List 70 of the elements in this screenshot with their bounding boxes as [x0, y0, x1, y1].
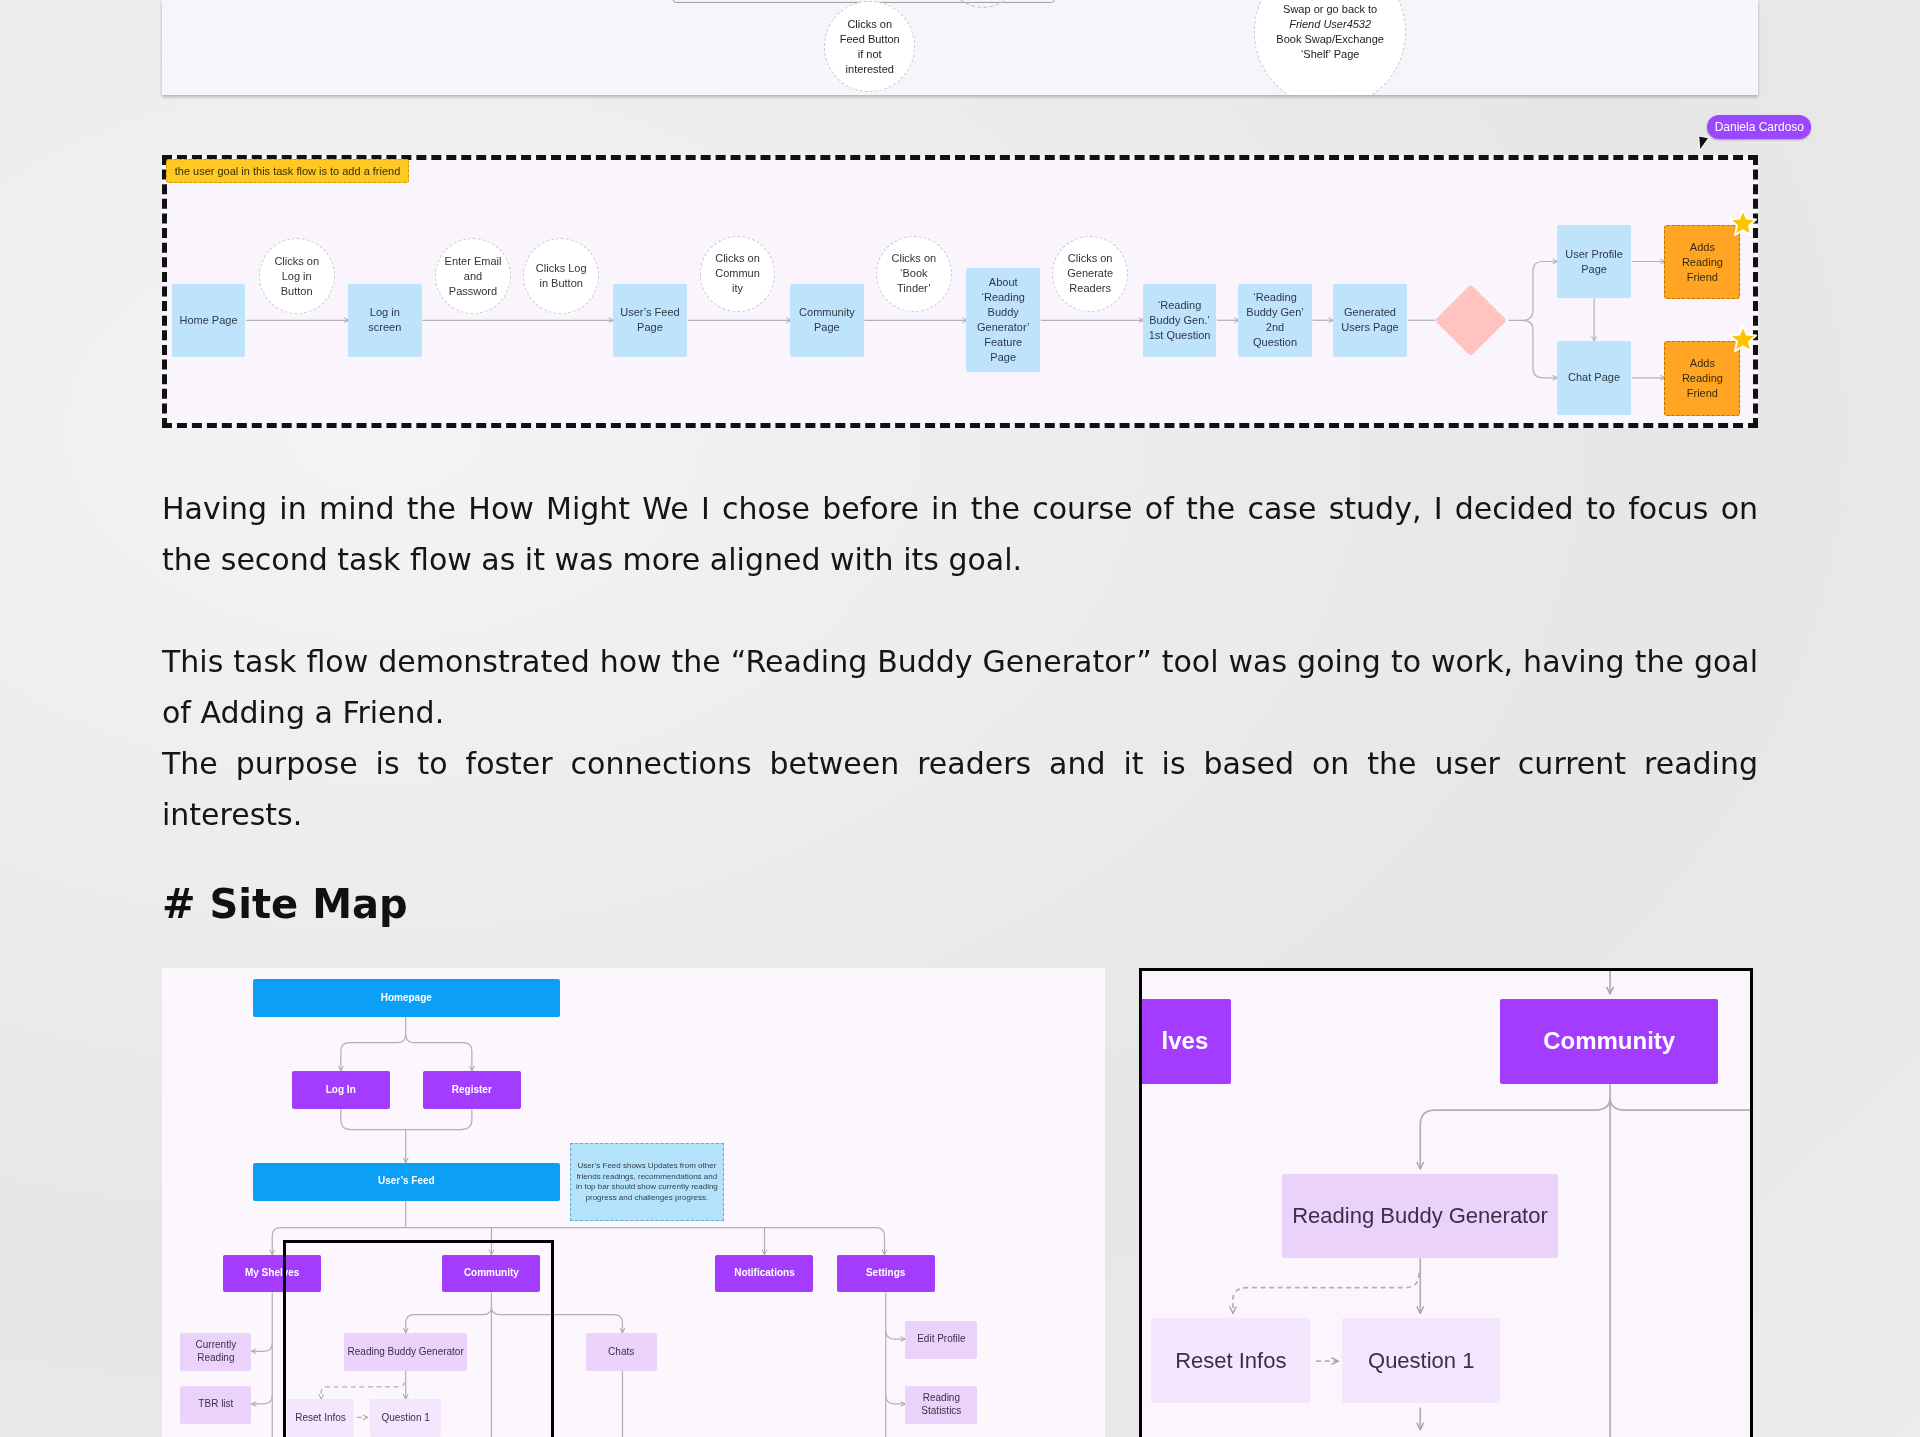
- connector-arrow: [1605, 971, 1615, 995]
- body-paragraph: Having in mind the How Might We I chose before in the course of the case study, I decided to focus on the second task flow as it was more aligned with its goal.: [162, 490, 1758, 579]
- connector-line: [621, 1370, 624, 1437]
- connector-arrow: [1311, 317, 1334, 324]
- action-circle: Clicks on Log in Button: [258, 238, 335, 315]
- page-block: Question 1: [1342, 1318, 1501, 1403]
- connector-line: [1407, 319, 1436, 321]
- connector-arrow: [250, 1394, 273, 1407]
- connector-arrow: [1416, 1406, 1425, 1431]
- section-block: lves: [1142, 998, 1231, 1085]
- section-block: Community: [1500, 998, 1719, 1085]
- connector-arrow: [1507, 258, 1559, 321]
- cursor-icon: [1695, 134, 1712, 152]
- connector-arrow: [402, 1129, 409, 1164]
- connector-arrow: [1522, 319, 1559, 381]
- page-block: Reading Buddy Generator: [1282, 1173, 1558, 1259]
- connector-arrow: [1591, 297, 1598, 342]
- page-block: Homepage: [252, 979, 560, 1017]
- connector-arrow: [488, 1227, 495, 1256]
- connector-arrow: [885, 1394, 906, 1407]
- page-node: Chat Page: [1556, 341, 1632, 415]
- section-block: Register: [422, 1070, 521, 1109]
- page-node: User Profile Page: [1556, 224, 1632, 299]
- connector-arrow: [875, 1227, 888, 1256]
- goal-node: Adds Reading Friend: [1664, 341, 1741, 416]
- action-circle: Clicks on Generate Readers: [1052, 235, 1129, 312]
- page-node: Home Page: [171, 283, 246, 358]
- page-node: Community Page: [790, 283, 864, 358]
- flow-step: Clicks on Feed Button if not interested: [824, 1, 916, 92]
- connector-arrow: [1631, 374, 1666, 381]
- connector-arrow: [250, 1342, 273, 1355]
- section-block: Community: [442, 1254, 541, 1293]
- page-node: Log in screen: [348, 283, 422, 358]
- page-node: ‘Reading Buddy Gen.’ 1st Question: [1142, 283, 1217, 358]
- page-block: TBR list: [180, 1385, 252, 1424]
- section-block: Settings: [836, 1254, 935, 1293]
- page-block: Reading Buddy Generator: [344, 1332, 467, 1371]
- sticky-note: User’s Feed shows Updates from other friends readings, recommendations and in top bar should show currently reading progress and challenges progress.: [569, 1143, 725, 1222]
- connector-arrow: [356, 1414, 369, 1421]
- goal-note: the user goal in this task flow is to add a friend: [165, 158, 410, 184]
- page-node: ‘Reading Buddy Gen’ 2nd Question: [1238, 283, 1312, 358]
- page-block: Currently Reading: [180, 1332, 252, 1371]
- flow-step: Swap or go back to Friend User4532 Book Swap/Exchange ‘Shelf’ Page: [1254, 0, 1407, 95]
- action-circle: Clicks on ‘Book Tinder’: [875, 235, 952, 312]
- action-circle: Clicks Log in Button: [523, 238, 600, 315]
- connector-arrow: [269, 1227, 282, 1256]
- connector-arrow: [885, 1329, 906, 1342]
- section-block: Notifications: [715, 1254, 814, 1293]
- page-block: Question 1: [370, 1399, 442, 1437]
- page-block: User’s Feed: [252, 1162, 560, 1201]
- goal-node: Adds Reading Friend: [1664, 224, 1741, 300]
- connector-arrow: [1315, 1356, 1340, 1366]
- connector-arrow: [1216, 317, 1240, 324]
- action-circle: Enter Email and Password: [435, 238, 511, 315]
- page-block: Reset Infos: [286, 1399, 355, 1437]
- section-block: Log In: [291, 1070, 390, 1109]
- page-block: Reading Statistics: [905, 1385, 978, 1424]
- body-paragraph: This task flow demonstrated how the “Reading Buddy Generator” tool was going to work, having the goal of Adding a Friend.: [162, 643, 1758, 732]
- section-heading: # Site Map: [162, 880, 409, 929]
- user-cursor-label: Daniela Cardoso: [1707, 114, 1812, 140]
- page-node: About ‘Reading Buddy Generator’ Feature Page: [966, 267, 1040, 372]
- page-block: Chats: [585, 1332, 657, 1371]
- action-circle: Clicks on Commun ity: [699, 235, 776, 312]
- page-node: User’s Feed Page: [612, 283, 688, 358]
- body-paragraph: The purpose is to foster connections between readers and it is based on the user current reading interests.: [162, 745, 1758, 834]
- page-block: Reset Infos: [1151, 1318, 1311, 1403]
- page-node: Generated Users Page: [1332, 283, 1408, 358]
- connector-arrow: [1631, 258, 1666, 265]
- page-block: Edit Profile: [905, 1320, 978, 1359]
- connector-arrow: [761, 1227, 768, 1256]
